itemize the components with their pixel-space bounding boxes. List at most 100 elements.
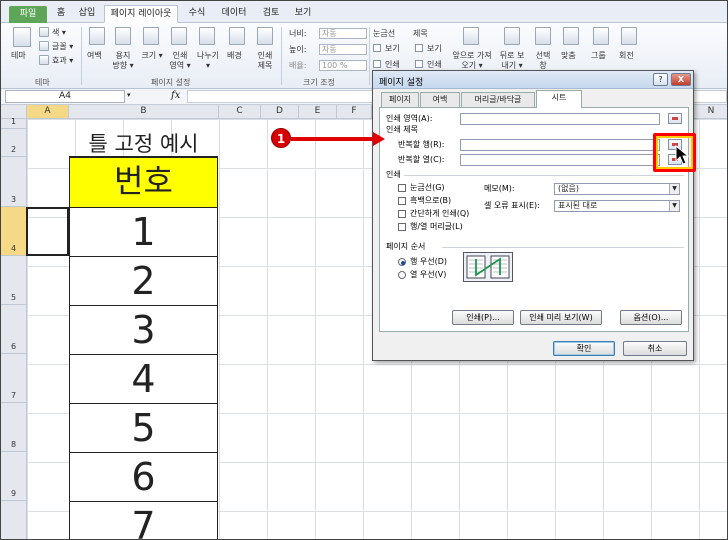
theme-fonts-button[interactable]: 글꼴 ▾ xyxy=(52,42,73,52)
column-header-b[interactable]: B xyxy=(69,105,219,119)
headings-print-checkbox[interactable] xyxy=(415,60,423,68)
repeat-cols-field[interactable] xyxy=(460,154,660,166)
row-header-8[interactable]: 8 xyxy=(1,403,27,452)
number-cell[interactable]: 5 xyxy=(69,403,218,453)
align-button[interactable]: 맞춤 xyxy=(561,51,576,61)
tab-insert[interactable]: 삽입 xyxy=(75,5,99,22)
number-cell[interactable]: 7 xyxy=(69,501,218,539)
row-header-9[interactable]: 9 xyxy=(1,452,27,501)
cell-errors-select[interactable]: 표시된 대로 ▼ xyxy=(554,200,680,212)
number-cell[interactable]: 6 xyxy=(69,452,218,502)
rotate-button[interactable]: 회전 xyxy=(619,51,634,61)
print-titles-button[interactable]: 인쇄 제목 xyxy=(254,51,276,71)
breaks-button[interactable]: 나누기 ▾ xyxy=(194,51,222,71)
align-icon[interactable] xyxy=(563,27,579,45)
number-cell[interactable]: 3 xyxy=(69,305,218,355)
repeat-rows-field[interactable] xyxy=(460,139,660,151)
draft-quality-checkbox[interactable] xyxy=(398,210,406,218)
bring-forward-button[interactable]: 앞으로 가져오기 ▾ xyxy=(451,51,493,71)
ok-button[interactable]: 확인 xyxy=(553,341,615,356)
dialog-tab-sheet[interactable]: 시트 xyxy=(536,90,582,108)
row-header-10[interactable] xyxy=(1,501,27,539)
gridlines-print-checkbox[interactable] xyxy=(373,60,381,68)
row-header-4[interactable]: 4 xyxy=(1,207,27,256)
print-titles-icon[interactable] xyxy=(257,27,273,45)
selection-pane-icon[interactable] xyxy=(535,27,551,45)
active-cell-a4[interactable] xyxy=(26,207,69,256)
number-cell[interactable]: 2 xyxy=(69,256,218,306)
orientation-icon[interactable] xyxy=(115,27,131,45)
black-white-checkbox[interactable] xyxy=(398,197,406,205)
send-backward-button[interactable]: 뒤로 보내기 ▾ xyxy=(497,51,527,71)
gridlines-checkbox[interactable] xyxy=(398,184,406,192)
breaks-icon[interactable] xyxy=(199,27,215,45)
print-area-field[interactable] xyxy=(460,113,660,125)
tab-file[interactable]: 파일 xyxy=(9,6,47,23)
down-then-over-radio[interactable] xyxy=(398,258,406,266)
size-icon[interactable] xyxy=(143,27,159,45)
over-then-down-radio[interactable] xyxy=(398,271,406,279)
tab-page-layout[interactable]: 페이지 레이아웃 xyxy=(104,5,178,23)
height-combo[interactable]: 자동 xyxy=(319,44,367,55)
print-area-icon[interactable] xyxy=(171,27,187,45)
height-label: 높이: xyxy=(289,45,307,54)
theme-colors-button[interactable]: 색 ▾ xyxy=(52,28,66,38)
selection-pane-button[interactable]: 선택 창 xyxy=(531,51,555,71)
row-col-headings-checkbox[interactable] xyxy=(398,223,406,231)
cancel-button[interactable]: 취소 xyxy=(623,341,687,356)
row-header-3[interactable]: 3 xyxy=(1,157,27,207)
dialog-tab-header-footer[interactable]: 머리글/바닥글 xyxy=(461,92,535,107)
tab-view[interactable]: 보기 xyxy=(291,5,315,22)
dialog-tab-margins[interactable]: 여백 xyxy=(420,92,460,107)
row-header-2[interactable]: 2 xyxy=(1,129,27,157)
close-button[interactable]: X xyxy=(671,73,691,86)
range-picker-icon[interactable] xyxy=(668,113,682,124)
background-button[interactable]: 배경 xyxy=(227,51,242,61)
comments-select[interactable]: (없음) ▼ xyxy=(554,183,680,195)
rotate-icon[interactable] xyxy=(621,27,637,45)
tab-formulas[interactable]: 수식 xyxy=(185,5,209,22)
margins-icon[interactable] xyxy=(89,27,105,45)
number-cell[interactable]: 1 xyxy=(69,207,218,257)
header-cell[interactable]: 번호 xyxy=(69,157,218,208)
column-header-a[interactable]: A xyxy=(27,105,69,119)
tab-review[interactable]: 검토 xyxy=(259,5,283,22)
background-icon[interactable] xyxy=(229,27,245,45)
row-header-6[interactable]: 6 xyxy=(1,305,27,354)
print-preview-button[interactable]: 인쇄 미리 보기(W) xyxy=(520,310,602,325)
tab-data[interactable]: 데이터 xyxy=(219,5,249,22)
number-cell[interactable]: 4 xyxy=(69,354,218,404)
row-header-7[interactable]: 7 xyxy=(1,354,27,403)
gridlines-view-checkbox[interactable] xyxy=(373,44,381,52)
print-area-button[interactable]: 인쇄 영역 ▾ xyxy=(168,51,192,71)
scale-spinner[interactable]: 100 % xyxy=(319,60,367,71)
column-header-n[interactable]: N xyxy=(694,105,727,119)
theme-effects-button[interactable]: 효과 ▾ xyxy=(52,56,73,66)
name-box[interactable]: A4 xyxy=(5,90,125,103)
sheet-title-cell[interactable]: 틀 고정 예시 xyxy=(69,129,218,157)
orientation-button[interactable]: 용지 방향 ▾ xyxy=(111,51,135,71)
options-button[interactable]: 옵션(O)... xyxy=(620,310,682,325)
tab-home[interactable]: 홈 xyxy=(53,5,69,22)
column-header-e[interactable]: E xyxy=(299,105,337,119)
width-combo[interactable]: 자동 xyxy=(319,28,367,39)
row-header-1[interactable]: 1 xyxy=(1,117,27,129)
group-icon[interactable] xyxy=(593,27,609,45)
row-header-5[interactable]: 5 xyxy=(1,256,27,305)
function-icon[interactable]: fx xyxy=(171,90,180,101)
bring-forward-icon[interactable] xyxy=(463,27,479,45)
margins-button[interactable]: 여백 xyxy=(87,51,102,61)
chevron-down-icon[interactable]: ▾ xyxy=(127,91,131,99)
size-button[interactable]: 크기 ▾ xyxy=(141,51,163,61)
print-button[interactable]: 인쇄(P)... xyxy=(452,310,514,325)
dialog-tab-page[interactable]: 페이지 xyxy=(381,92,419,107)
group-button[interactable]: 그룹 xyxy=(591,51,606,61)
themes-icon[interactable] xyxy=(13,27,31,47)
dialog-titlebar[interactable]: 페이지 설정 ? X xyxy=(373,71,693,89)
send-backward-icon[interactable] xyxy=(504,27,520,45)
column-header-c[interactable]: C xyxy=(219,105,261,119)
column-header-d[interactable]: D xyxy=(261,105,299,119)
column-header-f[interactable]: F xyxy=(337,105,372,119)
help-button[interactable]: ? xyxy=(653,73,668,86)
headings-view-checkbox[interactable] xyxy=(415,44,423,52)
